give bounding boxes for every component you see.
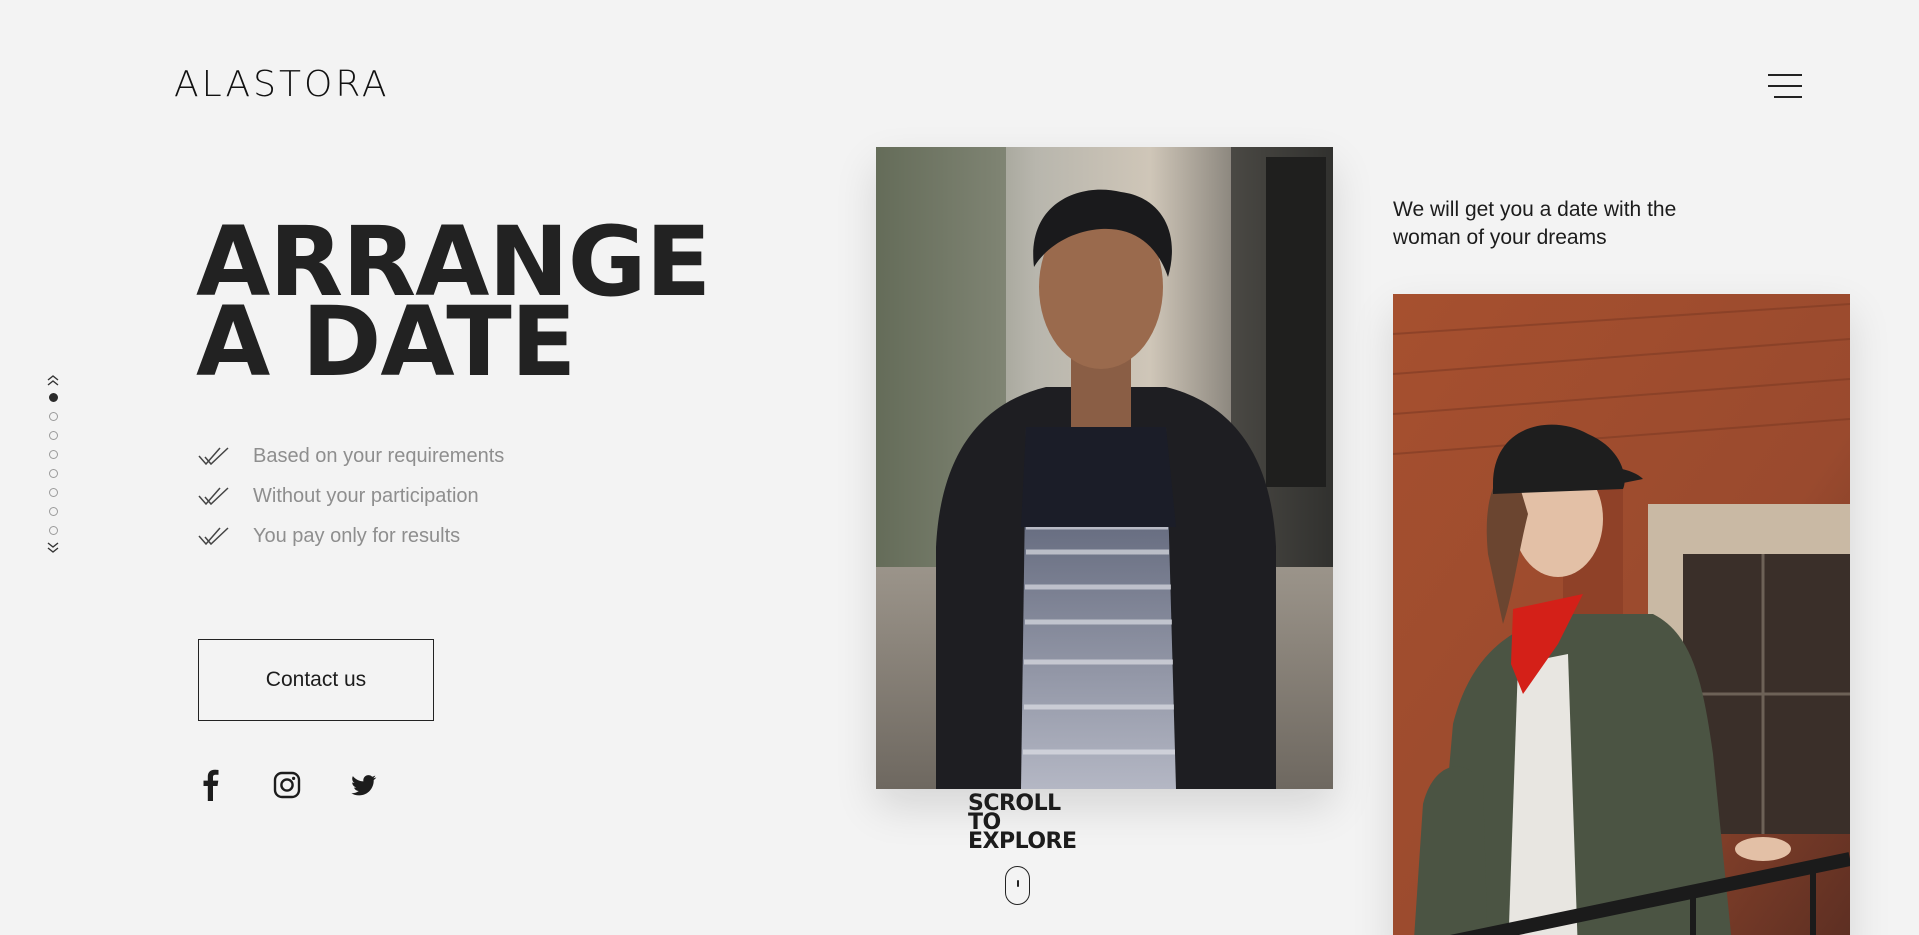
pager-dot-1[interactable] (48, 393, 58, 402)
double-check-icon (198, 487, 229, 506)
hamburger-menu-icon[interactable] (1768, 74, 1802, 100)
feature-list: Based on your requirements Without your … (198, 436, 504, 556)
pager-dot-5[interactable] (48, 469, 58, 478)
tagline-text: We will get you a date with the woman of… (1393, 198, 1677, 249)
double-check-icon (198, 447, 229, 466)
feature-item: Without your participation (198, 476, 504, 516)
contact-us-button[interactable]: Contact us (198, 639, 434, 721)
woman-portrait-photo (1393, 294, 1850, 935)
twitter-icon[interactable] (348, 768, 378, 802)
brand-logo[interactable]: ALASTORA (174, 64, 390, 105)
chevrons-down-icon[interactable] (47, 540, 59, 554)
instagram-icon[interactable] (272, 768, 302, 802)
chevrons-up-icon[interactable] (47, 374, 59, 388)
pager-dot-3[interactable] (48, 431, 58, 440)
man-portrait-photo (876, 147, 1333, 789)
pager-dot-4[interactable] (48, 450, 58, 459)
feature-text: Without your participation (253, 484, 479, 507)
facebook-icon[interactable] (196, 768, 226, 802)
scroll-line-3: EXPLORE (968, 829, 1077, 854)
social-links (196, 768, 424, 802)
feature-text: You pay only for results (253, 524, 461, 547)
pager-dot-2[interactable] (48, 412, 58, 421)
feature-item: You pay only for results (198, 516, 504, 556)
double-check-icon (198, 527, 229, 546)
feature-text: Based on your requirements (253, 444, 505, 467)
feature-item: Based on your requirements (198, 436, 504, 476)
pager-dot-8[interactable] (48, 526, 58, 535)
mouse-scroll-icon[interactable] (1005, 866, 1030, 905)
pager-dot-6[interactable] (48, 488, 58, 497)
scroll-to-explore-label: SCROLL TO EXPLORE (968, 793, 1077, 854)
page-title: ARRANGE A DATE (196, 214, 711, 390)
section-pager (46, 374, 60, 554)
pager-dot-7[interactable] (48, 507, 58, 516)
